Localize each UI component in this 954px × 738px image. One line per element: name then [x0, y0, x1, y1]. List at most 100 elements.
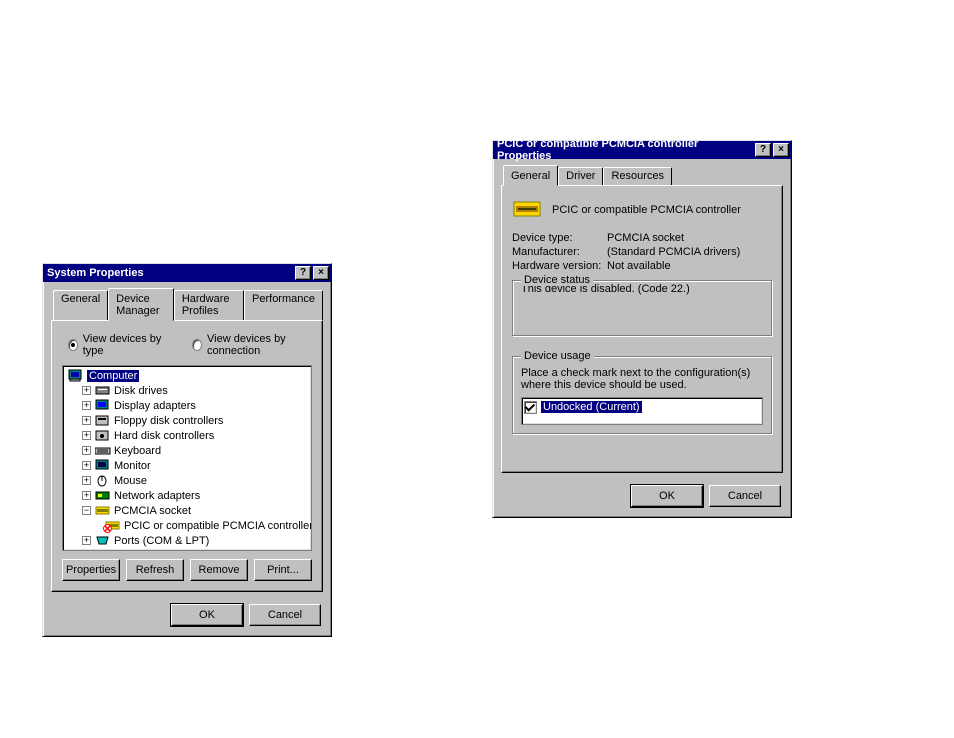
tab-strip: General Device Manager Hardware Profiles… [53, 290, 323, 321]
tree-node-label: Display adapters [114, 400, 196, 412]
tree-node-label: Monitor [114, 460, 151, 472]
help-icon[interactable]: ? [755, 143, 771, 157]
tree-node-label: Sound, video and game controllers [114, 550, 284, 552]
controller-icon [95, 429, 111, 442]
expand-icon[interactable]: + [82, 461, 91, 470]
ok-button[interactable]: OK [171, 604, 243, 626]
general-panel: PCIC or compatible PCMCIA controller Dev… [501, 185, 783, 473]
radio-view-by-type[interactable]: View devices by type [68, 333, 162, 357]
expand-icon[interactable]: + [82, 476, 91, 485]
radio-view-by-connection[interactable]: View devices by connection [192, 333, 312, 357]
tab-resources[interactable]: Resources [603, 167, 672, 186]
tree-node-ports[interactable]: + Ports (COM & LPT) [65, 533, 309, 548]
horizontal-rule [42, 68, 472, 69]
tree-node-label: Keyboard [114, 445, 161, 457]
tab-general[interactable]: General [503, 165, 558, 186]
expand-icon[interactable]: + [82, 401, 91, 410]
radio-label: View devices by connection [207, 333, 312, 357]
tree-node-sound-video-game[interactable]: + Sound, video and game controllers [65, 548, 309, 551]
device-status-group: Device status This device is disabled. (… [512, 280, 772, 336]
tree-node-monitor[interactable]: + Monitor [65, 458, 309, 473]
network-icon [95, 489, 111, 502]
tree-node-hard-disk-controllers[interactable]: + Hard disk controllers [65, 428, 309, 443]
tree-node-label: Hard disk controllers [114, 430, 214, 442]
tree-node-label: Mouse [114, 475, 147, 487]
pcmcia-device-icon [512, 196, 544, 224]
help-icon[interactable]: ? [295, 266, 311, 280]
pcmcia-icon [95, 504, 111, 517]
tab-performance[interactable]: Performance [244, 290, 323, 321]
tab-driver[interactable]: Driver [558, 167, 603, 186]
window-title: PCIC or compatible PCMCIA controller Pro… [497, 138, 753, 162]
tree-node-mouse[interactable]: + Mouse [65, 473, 309, 488]
port-icon [95, 534, 111, 547]
tree-node-label: Disk drives [114, 385, 168, 397]
keyboard-icon [95, 444, 111, 457]
expand-icon[interactable]: + [82, 536, 91, 545]
device-type-value: PCMCIA socket [607, 232, 684, 244]
disk-icon [95, 384, 111, 397]
radio-icon [68, 339, 78, 351]
device-usage-group: Device usage Place a check mark next to … [512, 356, 772, 434]
properties-button[interactable]: Properties [62, 559, 120, 581]
tree-node-display-adapters[interactable]: + Display adapters [65, 398, 309, 413]
tree-node-pcic-controller[interactable]: PCIC or compatible PCMCIA controller [65, 518, 309, 533]
system-properties-window: System Properties ? × General Device Man… [42, 263, 332, 637]
monitor-icon [95, 459, 111, 472]
remove-button[interactable]: Remove [190, 559, 248, 581]
cancel-button[interactable]: Cancel [249, 604, 321, 626]
device-manager-panel: View devices by type View devices by con… [51, 320, 323, 592]
print-button[interactable]: Print... [254, 559, 312, 581]
tree-root[interactable]: Computer [65, 368, 309, 383]
collapse-icon[interactable]: − [82, 506, 91, 515]
tree-root-label: Computer [87, 370, 139, 382]
manufacturer-label: Manufacturer: [512, 246, 607, 258]
titlebar[interactable]: System Properties ? × [43, 264, 331, 282]
radio-label: View devices by type [83, 333, 162, 357]
refresh-button[interactable]: Refresh [126, 559, 184, 581]
tree-node-label: PCMCIA socket [114, 505, 191, 517]
tree-node-disk-drives[interactable]: + Disk drives [65, 383, 309, 398]
device-type-label: Device type: [512, 232, 607, 244]
expand-icon[interactable]: + [82, 416, 91, 425]
tree-node-keyboard[interactable]: + Keyboard [65, 443, 309, 458]
pcmcia-device-icon [105, 519, 121, 532]
window-title: System Properties [47, 267, 293, 279]
sound-icon [95, 549, 111, 551]
tree-node-network-adapters[interactable]: + Network adapters [65, 488, 309, 503]
tree-node-label: Floppy disk controllers [114, 415, 223, 427]
titlebar[interactable]: PCIC or compatible PCMCIA controller Pro… [493, 141, 791, 159]
radio-icon [192, 339, 202, 351]
device-usage-hint: Place a check mark next to the configura… [521, 367, 763, 391]
tree-node-floppy-controllers[interactable]: + Floppy disk controllers [65, 413, 309, 428]
hardware-version-label: Hardware version: [512, 260, 607, 272]
manufacturer-value: (Standard PCMCIA drivers) [607, 246, 740, 258]
close-icon[interactable]: × [313, 266, 329, 280]
mouse-icon [95, 474, 111, 487]
device-name: PCIC or compatible PCMCIA controller [552, 204, 741, 216]
checkbox-icon[interactable] [524, 401, 537, 414]
usage-item-undocked[interactable]: Undocked (Current) [524, 400, 760, 414]
computer-icon [68, 369, 84, 382]
tab-hardware-profiles[interactable]: Hardware Profiles [174, 290, 244, 321]
expand-icon[interactable]: + [82, 431, 91, 440]
tree-node-label: Ports (COM & LPT) [114, 535, 209, 547]
close-icon[interactable]: × [773, 143, 789, 157]
tree-node-pcmcia-socket[interactable]: − PCMCIA socket [65, 503, 309, 518]
expand-icon[interactable]: + [82, 446, 91, 455]
pcic-properties-window: PCIC or compatible PCMCIA controller Pro… [492, 140, 792, 518]
device-status-legend: Device status [521, 274, 593, 286]
tab-general[interactable]: General [53, 290, 108, 321]
tab-device-manager[interactable]: Device Manager [108, 288, 174, 321]
controller-icon [95, 414, 111, 427]
tab-strip: General Driver Resources [503, 167, 783, 186]
expand-icon[interactable]: + [82, 491, 91, 500]
tree-node-label: PCIC or compatible PCMCIA controller [124, 520, 312, 532]
usage-list[interactable]: Undocked (Current) [521, 397, 763, 425]
expand-icon[interactable]: + [82, 386, 91, 395]
cancel-button[interactable]: Cancel [709, 485, 781, 507]
tree-node-label: Network adapters [114, 490, 200, 502]
ok-button[interactable]: OK [631, 485, 703, 507]
display-icon [95, 399, 111, 412]
device-tree[interactable]: Computer + Disk drives + Display adapter… [62, 365, 312, 551]
